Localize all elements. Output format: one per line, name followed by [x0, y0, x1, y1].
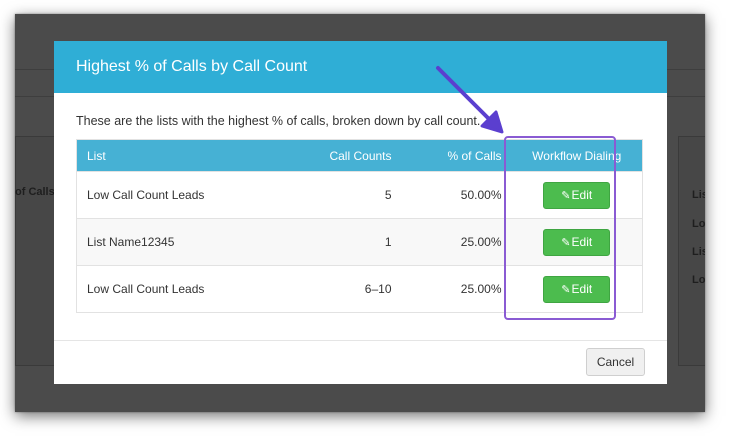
cell-pct-calls: 25.00%: [460, 235, 502, 249]
cell-call-counts: 6–10: [364, 282, 392, 296]
modal-description: These are the lists with the highest % o…: [76, 114, 481, 128]
modal-footer: Cancel: [54, 340, 667, 384]
cell-pct-calls: 25.00%: [460, 282, 502, 296]
column-header-list: List: [87, 148, 106, 163]
annotation-highlight-box: [504, 136, 616, 320]
cell-call-counts: 1: [384, 235, 392, 249]
cell-list-name: List Name12345: [87, 235, 175, 249]
cell-list-name: Low Call Count Leads: [87, 188, 205, 202]
background-text: Lo: [692, 274, 705, 286]
background-text: Lis: [692, 246, 705, 258]
column-header-call-counts: Call Counts: [329, 148, 392, 163]
cell-call-counts: 5: [384, 188, 392, 202]
column-header-pct-calls: % of Calls: [447, 148, 502, 163]
background-text: Lis: [692, 189, 705, 201]
background-text: of Calls: [15, 186, 55, 198]
modal-title: Highest % of Calls by Call Count: [76, 58, 308, 75]
cell-pct-calls: 50.00%: [460, 188, 502, 202]
cell-list-name: Low Call Count Leads: [87, 282, 205, 296]
modal-header: Highest % of Calls by Call Count: [54, 41, 667, 93]
annotation-arrow-icon: [436, 66, 504, 134]
background-text: Lo: [692, 218, 705, 230]
cancel-button[interactable]: Cancel: [586, 348, 645, 376]
